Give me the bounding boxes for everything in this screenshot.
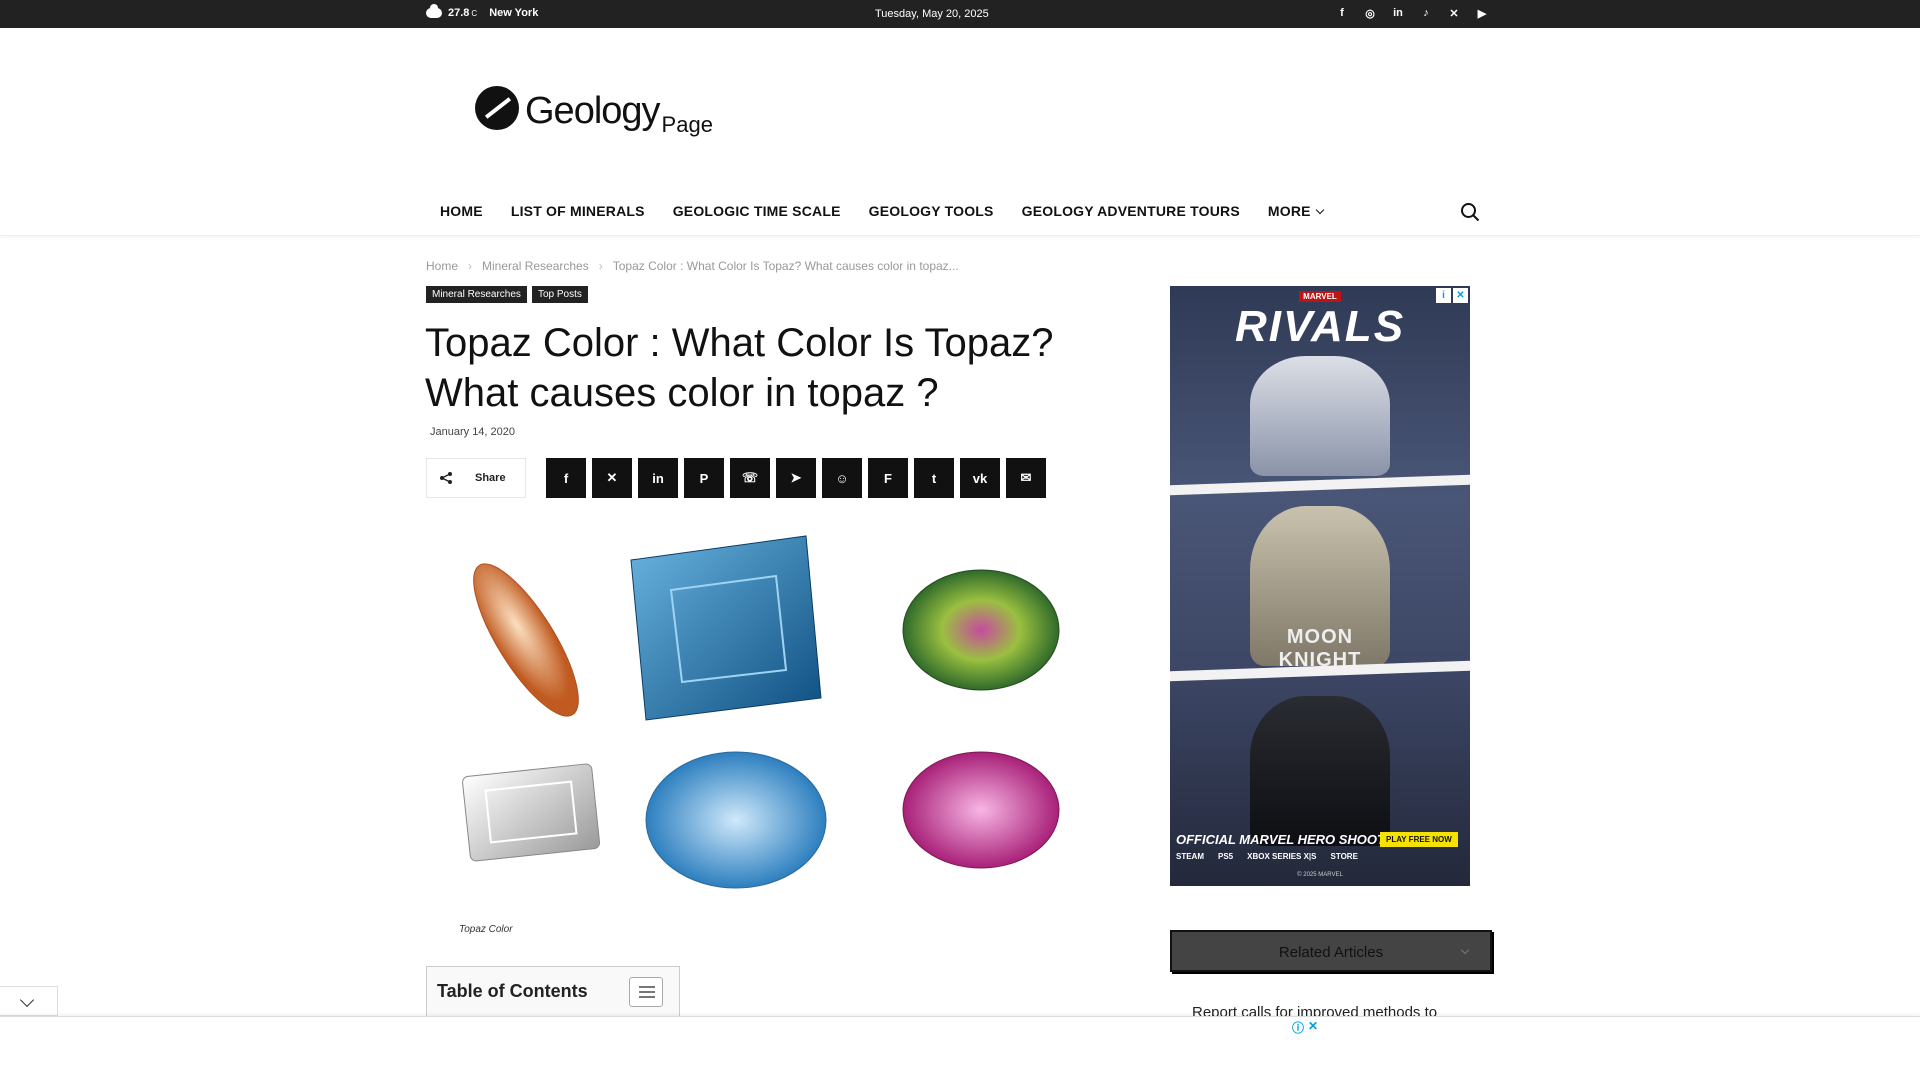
ad-hero-figure-3 bbox=[1250, 696, 1390, 846]
share-x-button[interactable]: ✕ bbox=[592, 458, 632, 498]
ad-info-icon[interactable]: ⓘ bbox=[1292, 1019, 1304, 1036]
toc-toggle-button[interactable] bbox=[629, 977, 663, 1007]
ad-info-icon[interactable]: i bbox=[1436, 288, 1451, 303]
share-box[interactable]: Share bbox=[426, 458, 526, 498]
ad-hero-figure-1 bbox=[1250, 356, 1390, 476]
sidebar-advertisement[interactable]: MOON KNIGHT MARVEL RIVALS i ✕ OFFICIAL M… bbox=[1170, 286, 1470, 886]
toc-title: Table of Contents bbox=[437, 981, 588, 1001]
top-bar: 27.8 C New York Tuesday, May 20, 2025 f … bbox=[0, 0, 1920, 28]
ad-platform-steam: STEAM bbox=[1176, 852, 1204, 861]
ad-title: RIVALS bbox=[1234, 302, 1406, 351]
temperature: 27.8 bbox=[448, 7, 470, 19]
category-mineral-researches[interactable]: Mineral Researches bbox=[426, 286, 527, 303]
tiktok-icon[interactable]: ♪ bbox=[1419, 6, 1433, 20]
imperial-topaz-gem bbox=[473, 563, 579, 717]
logo-word: Geology bbox=[525, 90, 661, 132]
share-icon bbox=[427, 459, 465, 497]
ad-platforms: STEAM PS5 XBOX SERIES X|S STORE bbox=[1176, 852, 1358, 861]
social-links: f ◎ in ♪ ✕ ▶ bbox=[1335, 6, 1489, 20]
youtube-icon[interactable]: ▶ bbox=[1475, 6, 1489, 20]
share-buttons: f ✕ in P ☏ ➤ ☺ F t vk ✉ bbox=[546, 458, 1046, 498]
logo-sub: Page bbox=[661, 112, 713, 137]
share-telegram-button[interactable]: ➤ bbox=[776, 458, 816, 498]
ad-close-icon[interactable]: ✕ bbox=[1308, 1019, 1318, 1036]
cloud-icon bbox=[426, 4, 442, 18]
category-tags: Mineral Researches Top Posts bbox=[426, 286, 588, 303]
share-tumblr-button[interactable]: t bbox=[914, 458, 954, 498]
ad-platform-ps5: PS5 bbox=[1218, 852, 1234, 861]
weather-widget: 27.8 C New York bbox=[426, 4, 539, 19]
breadcrumb-home[interactable]: Home bbox=[426, 259, 458, 273]
bottom-ad-controls: ⓘ ✕ bbox=[1292, 1019, 1318, 1036]
ad-tear-divider bbox=[1170, 474, 1470, 496]
current-date: Tuesday, May 20, 2025 bbox=[875, 8, 989, 20]
share-pinterest-button[interactable]: P bbox=[684, 458, 724, 498]
breadcrumb-separator: › bbox=[598, 259, 603, 273]
main-navigation: HOME LIST OF MINERALS GEOLOGIC TIME SCAL… bbox=[0, 190, 1920, 236]
share-facebook-button[interactable]: f bbox=[546, 458, 586, 498]
ad-controls: i ✕ bbox=[1436, 288, 1468, 303]
share-linkedin-button[interactable]: in bbox=[638, 458, 678, 498]
nav-geology-tools[interactable]: GEOLOGY TOOLS bbox=[855, 203, 1008, 219]
share-whatsapp-button[interactable]: ☏ bbox=[730, 458, 770, 498]
nav-more-label: MORE bbox=[1267, 203, 1311, 219]
share-label: Share bbox=[475, 472, 506, 484]
category-top-posts[interactable]: Top Posts bbox=[531, 286, 588, 303]
instagram-icon[interactable]: ◎ bbox=[1363, 6, 1377, 20]
share-vk-button[interactable]: vk bbox=[960, 458, 1000, 498]
nav-home[interactable]: HOME bbox=[426, 203, 497, 219]
x-icon[interactable]: ✕ bbox=[1447, 6, 1461, 20]
nav-geologic-time-scale[interactable]: GEOLOGIC TIME SCALE bbox=[659, 203, 855, 219]
article-title: Topaz Color : What Color Is Topaz? What … bbox=[425, 321, 1054, 415]
collapse-ad-button[interactable] bbox=[0, 986, 58, 1016]
chevron-down-icon bbox=[1315, 205, 1324, 214]
ad-platform-xbox: XBOX SERIES X|S bbox=[1247, 852, 1317, 861]
temperature-unit: C bbox=[471, 8, 478, 18]
site-logo[interactable]: Geology Page bbox=[475, 86, 713, 137]
pink-topaz-gem bbox=[902, 751, 1060, 869]
ad-tagline: OFFICIAL MARVEL HERO SHOOTER bbox=[1176, 832, 1404, 847]
sky-blue-topaz-gem bbox=[645, 751, 827, 889]
nav-geology-adventure-tours[interactable]: GEOLOGY ADVENTURE TOURS bbox=[1008, 203, 1254, 219]
white-topaz-gem bbox=[462, 763, 601, 862]
london-blue-topaz-gem bbox=[630, 535, 822, 721]
image-caption: Topaz Color bbox=[459, 924, 513, 935]
chevron-down-icon bbox=[19, 992, 35, 1008]
article-date: January 14, 2020 bbox=[430, 426, 516, 438]
bottom-sticky-ad[interactable]: ⓘ ✕ bbox=[0, 1016, 1920, 1080]
globe-logo-icon bbox=[475, 86, 519, 130]
featured-image bbox=[462, 535, 1060, 889]
related-articles-dropdown[interactable]: Related Articles bbox=[1170, 930, 1492, 972]
related-articles-label: Related Articles bbox=[1278, 944, 1384, 961]
share-email-button[interactable]: ✉ bbox=[1006, 458, 1046, 498]
linkedin-icon[interactable]: in bbox=[1391, 6, 1405, 20]
search-icon[interactable] bbox=[1460, 202, 1480, 222]
share-flipboard-button[interactable]: F bbox=[868, 458, 908, 498]
breadcrumb-current: Topaz Color : What Color Is Topaz? What … bbox=[612, 259, 959, 273]
ad-close-icon[interactable]: ✕ bbox=[1453, 288, 1468, 303]
ad-brand: MARVEL RIVALS bbox=[1170, 286, 1470, 352]
share-reddit-button[interactable]: ☺ bbox=[822, 458, 862, 498]
mystic-topaz-gem bbox=[902, 569, 1060, 691]
ad-copyright: © 2025 MARVEL bbox=[1297, 872, 1343, 878]
breadcrumb-category[interactable]: Mineral Researches bbox=[482, 259, 589, 273]
city-name: New York bbox=[489, 7, 539, 19]
ad-platform-store: STORE bbox=[1330, 852, 1358, 861]
breadcrumb: Home › Mineral Researches › Topaz Color … bbox=[426, 259, 959, 273]
facebook-icon[interactable]: f bbox=[1335, 6, 1349, 20]
nav-more[interactable]: MORE bbox=[1254, 203, 1337, 219]
ad-marvel-label: MARVEL bbox=[1299, 291, 1341, 302]
nav-list-of-minerals[interactable]: LIST OF MINERALS bbox=[497, 203, 659, 219]
breadcrumb-separator: › bbox=[468, 259, 473, 273]
ad-play-button[interactable]: PLAY FREE NOW bbox=[1380, 832, 1458, 847]
